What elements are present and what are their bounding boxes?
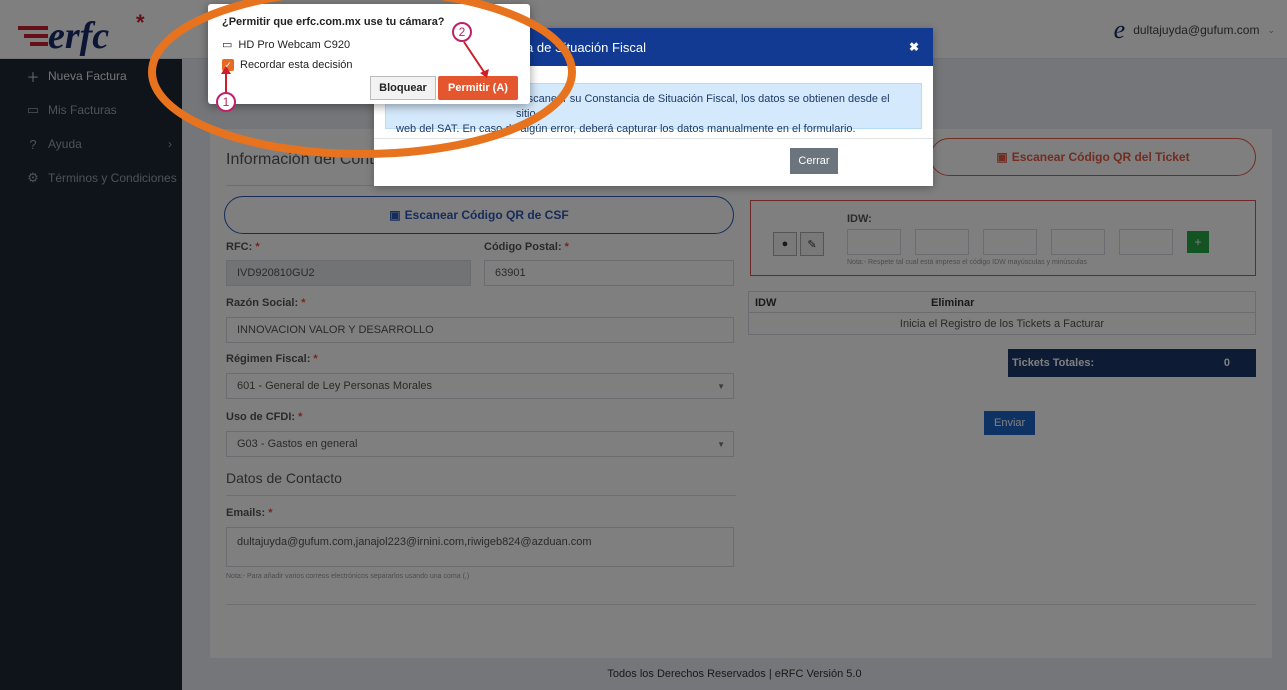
allow-button[interactable]: Permitir (A): [438, 76, 518, 100]
camera-icon: ▭: [222, 39, 233, 51]
remember-checkbox[interactable]: ✓ Recordar esta decisión: [222, 59, 353, 71]
checkmark-icon: ✓: [222, 59, 234, 71]
cerrar-button[interactable]: Cerrar: [790, 148, 838, 174]
close-icon[interactable]: ✖: [909, 40, 919, 54]
remember-label: Recordar esta decisión: [240, 59, 353, 71]
block-button[interactable]: Bloquear: [370, 76, 436, 100]
annotation-badge-2: 2: [452, 22, 472, 42]
divider: [374, 138, 933, 139]
annotation-badge-1: 1: [216, 92, 236, 112]
camera-permission-prompt: ¿Permitir que erfc.com.mx use tu cámara?…: [208, 4, 530, 104]
camera-row: ▭ HD Pro Webcam C920: [222, 38, 351, 52]
permission-title: ¿Permitir que erfc.com.mx use tu cámara?: [222, 16, 445, 28]
alert-line-2: web del SAT. En caso de algún error, deb…: [396, 123, 856, 135]
camera-name: HD Pro Webcam C920: [238, 38, 351, 51]
